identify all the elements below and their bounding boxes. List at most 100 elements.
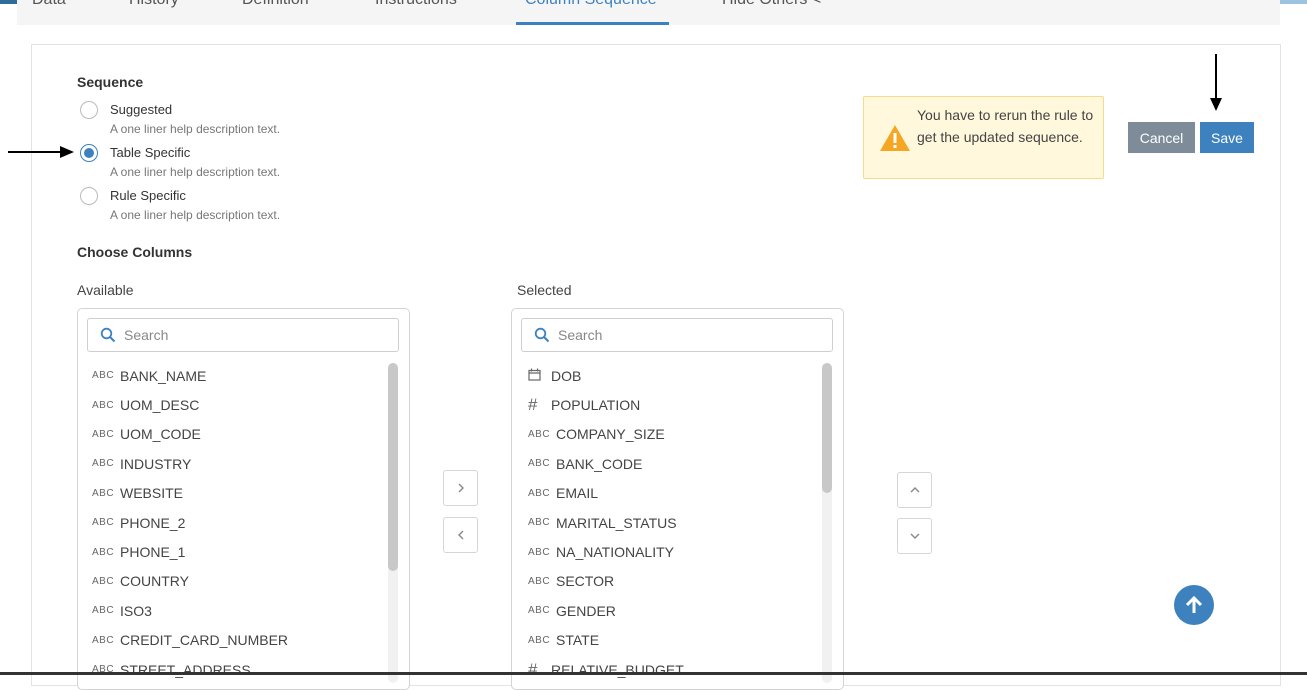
- list-item[interactable]: ABC UOM_CODE: [92, 420, 392, 449]
- selected-scrollbar[interactable]: [822, 363, 832, 683]
- sequence-title: Sequence: [77, 74, 144, 90]
- text-type-icon: ABC: [528, 546, 551, 558]
- tab-data[interactable]: Data: [32, 0, 66, 9]
- list-item[interactable]: ABC SECTOR: [528, 567, 828, 596]
- list-item[interactable]: # POPULATION: [528, 390, 828, 419]
- warning-text: You have to rerun the rule to get the up…: [917, 107, 1094, 145]
- column-name: RELATIVE_BUDGET: [551, 661, 684, 678]
- list-item[interactable]: ABC COUNTRY: [92, 567, 392, 596]
- tab-hide-others[interactable]: Hide Others <: [722, 0, 821, 9]
- column-name: NA_NATIONALITY: [556, 544, 674, 561]
- list-item[interactable]: ABC GENDER: [528, 596, 828, 625]
- search-icon: [100, 327, 116, 343]
- column-name: PHONE_2: [120, 514, 186, 531]
- save-button[interactable]: Save: [1200, 122, 1254, 153]
- cancel-button[interactable]: Cancel: [1128, 122, 1195, 153]
- column-name: COUNTRY: [120, 573, 189, 590]
- list-item[interactable]: # RELATIVE_BUDGET: [528, 655, 828, 684]
- list-item[interactable]: ABC NA_NATIONALITY: [528, 537, 828, 566]
- tab-instructions[interactable]: Instructions: [375, 0, 457, 9]
- column-name: DOB: [551, 367, 582, 384]
- text-type-icon: ABC: [92, 428, 115, 440]
- column-name: BANK_CODE: [556, 455, 643, 472]
- list-item[interactable]: ABC WEBSITE: [92, 479, 392, 508]
- list-item[interactable]: ABC ISO3: [92, 596, 392, 625]
- move-down-button[interactable]: [897, 518, 932, 554]
- available-search-input[interactable]: [122, 324, 386, 346]
- tab-column-sequence[interactable]: Column Sequence: [525, 0, 657, 9]
- number-type-icon: #: [528, 395, 538, 415]
- radio-suggested-help: A one liner help description text.: [110, 122, 281, 136]
- available-columns-list: ABC BANK_NAME ABC UOM_DESC ABC UOM_CODE ABC…: [77, 308, 410, 690]
- list-item[interactable]: ABC STREET_ADDRESS: [92, 655, 392, 684]
- list-item[interactable]: ABC PHONE_1: [92, 537, 392, 566]
- column-name: MARITAL_STATUS: [556, 514, 677, 531]
- warning-banner: You have to rerun the rule to get the up…: [863, 96, 1104, 179]
- move-left-button[interactable]: [443, 517, 478, 553]
- text-type-icon: ABC: [92, 487, 115, 499]
- number-type-icon: #: [528, 659, 538, 679]
- text-type-icon: ABC: [92, 517, 115, 529]
- selected-search-box: [521, 318, 833, 352]
- column-name: ISO3: [120, 602, 152, 619]
- move-right-button[interactable]: [443, 470, 478, 506]
- text-type-icon: ABC: [528, 634, 551, 646]
- available-items: ABC BANK_NAME ABC UOM_DESC ABC UOM_CODE ABC…: [78, 361, 392, 684]
- available-label: Available: [77, 282, 134, 298]
- list-item[interactable]: DOB: [528, 361, 828, 390]
- radio-suggested[interactable]: [80, 101, 98, 119]
- text-type-icon: ABC: [528, 517, 551, 529]
- text-type-icon: ABC: [92, 634, 115, 646]
- column-name: CREDIT_CARD_NUMBER: [120, 632, 289, 649]
- text-type-icon: ABC: [92, 399, 115, 411]
- list-item[interactable]: ABC CREDIT_CARD_NUMBER: [92, 626, 392, 655]
- list-item[interactable]: ABC STATE: [528, 626, 828, 655]
- pointer-arrow-right-icon: [8, 146, 74, 158]
- scroll-to-top-button[interactable]: [1174, 585, 1214, 625]
- chevron-up-icon: [910, 487, 919, 493]
- move-up-button[interactable]: [897, 472, 932, 508]
- radio-table-specific[interactable]: [80, 144, 98, 162]
- column-name: SECTOR: [556, 573, 615, 590]
- chevron-left-icon: [457, 530, 463, 540]
- column-name: WEBSITE: [120, 485, 184, 502]
- list-item[interactable]: ABC EMAIL: [528, 479, 828, 508]
- column-name: UOM_CODE: [120, 426, 201, 443]
- text-type-icon: ABC: [528, 458, 551, 470]
- list-item[interactable]: ABC BANK_CODE: [528, 449, 828, 478]
- column-name: GENDER: [556, 602, 616, 619]
- column-name: EMAIL: [556, 485, 599, 502]
- column-name: STATE: [556, 632, 600, 649]
- column-name: POPULATION: [551, 397, 641, 414]
- selected-scroll-thumb[interactable]: [822, 363, 832, 493]
- list-item[interactable]: ABC COMPANY_SIZE: [528, 420, 828, 449]
- radio-suggested-label: Suggested: [110, 102, 173, 117]
- tab-definition[interactable]: Definition: [242, 0, 309, 9]
- text-type-icon: ABC: [92, 458, 115, 470]
- radio-rule-specific-help: A one liner help description text.: [110, 208, 281, 222]
- list-item[interactable]: ABC MARITAL_STATUS: [528, 508, 828, 537]
- column-name: UOM_DESC: [120, 397, 200, 414]
- text-type-icon: ABC: [92, 605, 115, 617]
- text-type-icon: ABC: [528, 575, 551, 587]
- list-item[interactable]: ABC UOM_DESC: [92, 390, 392, 419]
- text-type-icon: ABC: [528, 487, 551, 499]
- radio-table-specific-help: A one liner help description text.: [110, 165, 281, 179]
- tab-history[interactable]: History: [129, 0, 179, 9]
- selected-search-input[interactable]: [556, 324, 820, 346]
- chevron-down-icon: [910, 533, 919, 539]
- selected-items: DOB # POPULATION ABC COMPANY_SIZE ABC BANK_…: [512, 361, 828, 684]
- radio-rule-specific[interactable]: [80, 187, 98, 205]
- column-name: INDUSTRY: [120, 455, 192, 472]
- column-name: BANK_NAME: [120, 367, 207, 384]
- list-item[interactable]: ABC INDUSTRY: [92, 449, 392, 478]
- available-scrollbar[interactable]: [388, 363, 398, 683]
- choose-columns-title: Choose Columns: [77, 244, 193, 260]
- selected-columns-list: DOB # POPULATION ABC COMPANY_SIZE ABC BANK_…: [511, 308, 844, 690]
- available-scroll-thumb[interactable]: [388, 363, 398, 571]
- list-item[interactable]: ABC PHONE_2: [92, 508, 392, 537]
- list-item[interactable]: ABC BANK_NAME: [92, 361, 392, 390]
- warning-icon: [880, 125, 910, 151]
- radio-rule-specific-label: Rule Specific: [110, 188, 186, 203]
- column-name: STREET_ADDRESS: [120, 661, 251, 678]
